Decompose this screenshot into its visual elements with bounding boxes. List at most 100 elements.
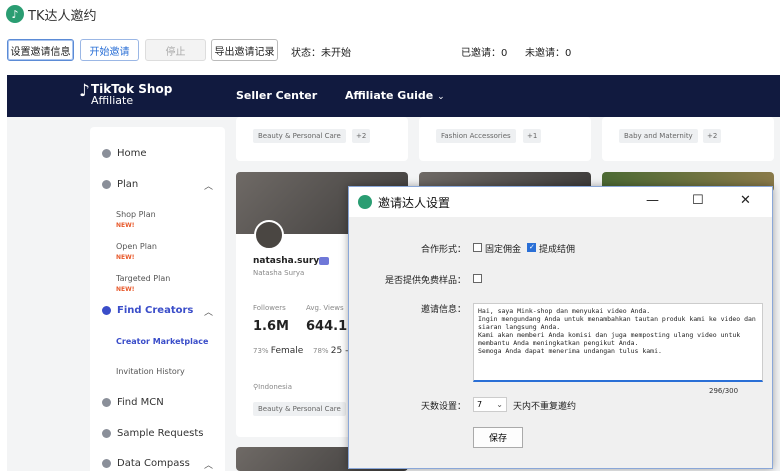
days-select[interactable]: 7 ⌄ <box>473 397 507 412</box>
more-tag: +2 <box>352 129 371 143</box>
tiktok-shop-logo[interactable]: ♪ TikTok Shop Affiliate <box>79 83 172 107</box>
category-tag: Beauty & Personal Care <box>253 129 346 143</box>
maximize-icon[interactable]: ☐ <box>692 193 704 208</box>
sidebar-item-open-plan[interactable]: Open Plan <box>116 242 157 251</box>
sidebar-item-find-creators[interactable]: Find Creators <box>102 305 193 316</box>
category-tag: Fashion Accessories <box>436 129 516 143</box>
status-text: 状态：未开始 <box>291 44 351 59</box>
mcn-icon <box>102 398 111 407</box>
app-title: TK达人邀约 <box>28 8 97 24</box>
invite-settings-dialog: 邀请达人设置 — ☐ ✕ 合作形式： 固定佣金 提成结佣 是否提供免费样品： 邀… <box>348 186 773 469</box>
sample-icon <box>102 429 111 438</box>
chevron-up-icon[interactable]: ︿ <box>204 179 213 192</box>
app-logo-icon <box>358 195 372 209</box>
age-pct: 78% <box>313 347 329 355</box>
gender-stat: 73% Female <box>253 346 303 356</box>
settings-button[interactable]: 设置邀请信息 <box>7 39 74 61</box>
free-sample-checkbox[interactable] <box>473 274 482 283</box>
message-label: 邀请信息： <box>420 305 466 315</box>
fixed-commission-label: 固定佣金 <box>485 245 522 255</box>
avatar <box>254 220 284 250</box>
days-suffix: 天内不重复邀约 <box>513 402 577 412</box>
compass-icon <box>102 459 111 468</box>
sidebar-item-label: Plan <box>117 179 139 190</box>
creator-username: natasha.surya <box>253 256 326 266</box>
stop-button[interactable]: 停止 <box>145 39 206 61</box>
close-icon[interactable]: ✕ <box>740 193 751 208</box>
sidebar-item-label: Home <box>117 148 147 159</box>
app-logo-icon: ♪ <box>6 5 24 23</box>
creator-card-top[interactable]: Fashion Accessories +1 <box>419 117 591 161</box>
sidebar-item-label: Sample Requests <box>117 428 204 439</box>
nav-affiliate-guide[interactable]: Affiliate Guide ⌄ <box>345 89 445 102</box>
country-text: ⚲Indonesia <box>253 383 292 391</box>
commission-share-checkbox[interactable] <box>527 243 536 252</box>
creator-display-name: Natasha Surya <box>253 269 305 277</box>
sidebar-item-plan[interactable]: Plan <box>102 179 138 190</box>
chevron-down-icon: ⌄ <box>437 92 445 102</box>
plan-icon <box>102 180 111 189</box>
tiktok-note-icon: ♪ <box>79 81 90 101</box>
chevron-down-icon: ⌄ <box>496 400 503 409</box>
age-range: 25 - <box>330 346 349 356</box>
new-badge: NEW! <box>116 254 135 261</box>
nav-affiliate-guide-label: Affiliate Guide <box>345 89 434 102</box>
country-label: Indonesia <box>258 383 292 391</box>
free-sample-label: 是否提供免费样品： <box>384 276 466 286</box>
minimize-icon[interactable]: — <box>646 193 659 208</box>
verified-badge-icon <box>319 257 329 265</box>
save-button[interactable]: 保存 <box>473 427 523 448</box>
category-tag: Baby and Maternity <box>619 129 698 143</box>
start-button[interactable]: 开始邀请 <box>80 39 139 61</box>
nav-seller-center[interactable]: Seller Center <box>236 89 317 102</box>
sidebar-item-targeted-plan[interactable]: Targeted Plan <box>116 274 170 283</box>
creator-card-top[interactable]: Beauty & Personal Care +2 <box>236 117 408 161</box>
fixed-commission-checkbox[interactable] <box>473 243 482 252</box>
status-label: 状态： <box>291 48 321 59</box>
days-value: 7 <box>477 400 483 409</box>
followers-label: Followers <box>253 304 286 312</box>
category-tag: Beauty & Personal Care <box>253 402 346 416</box>
home-icon <box>102 149 111 158</box>
sidebar-item-find-mcn[interactable]: Find MCN <box>102 397 164 408</box>
gender-label: Female <box>270 346 304 356</box>
commission-share-label: 提成结佣 <box>539 245 576 255</box>
sidebar-item-data-compass[interactable]: Data Compass <box>102 458 190 469</box>
creator-card-top[interactable]: Baby and Maternity +2 <box>602 117 774 161</box>
top-nav: ♪ TikTok Shop Affiliate Seller Center Af… <box>7 75 780 117</box>
chevron-up-icon[interactable]: ︿ <box>204 305 213 318</box>
sidebar: Home Plan ︿ Shop Plan NEW! Open Plan NEW… <box>90 127 225 471</box>
days-label: 天数设置： <box>420 402 466 412</box>
new-badge: NEW! <box>116 222 135 229</box>
more-tag: +1 <box>523 129 542 143</box>
sidebar-item-label: Find Creators <box>117 305 194 316</box>
new-badge: NEW! <box>116 286 135 293</box>
dialog-title-bar: 邀请达人设置 — ☐ ✕ <box>349 187 772 217</box>
sidebar-item-home[interactable]: Home <box>102 148 147 159</box>
more-tag: +2 <box>703 129 722 143</box>
invited-value: 0 <box>501 48 508 59</box>
uninvited-count: 未邀请：0 <box>525 44 571 59</box>
dialog-title: 邀请达人设置 <box>378 195 451 210</box>
invited-count: 已邀请：0 <box>461 44 507 59</box>
char-counter: 296/300 <box>709 387 739 395</box>
coop-label: 合作形式： <box>420 245 466 255</box>
app-title-bar: ♪ TK达人邀约 <box>0 0 780 28</box>
export-button[interactable]: 导出邀请记录 <box>211 39 278 61</box>
age-stat: 78% 25 - <box>313 346 348 356</box>
invited-label: 已邀请： <box>461 48 501 59</box>
sidebar-item-invitation-history[interactable]: Invitation History <box>116 367 185 376</box>
toolbar: 设置邀请信息 开始邀请 停止 导出邀请记录 状态：未开始 已邀请：0 未邀请：0 <box>0 36 780 64</box>
chevron-up-icon[interactable]: ︿ <box>204 458 213 471</box>
invite-message-textarea[interactable]: Hai, saya Mink-shop dan menyukai video A… <box>473 303 763 382</box>
sidebar-item-label: Data Compass <box>117 458 190 469</box>
gender-pct: 73% <box>253 347 269 355</box>
search-icon <box>102 306 111 315</box>
status-value: 未开始 <box>321 48 351 59</box>
uninvited-label: 未邀请： <box>525 48 565 59</box>
sidebar-item-creator-marketplace[interactable]: Creator Marketplace <box>116 337 208 346</box>
brand-line2: Affiliate <box>91 94 134 107</box>
sidebar-item-shop-plan[interactable]: Shop Plan <box>116 210 156 219</box>
followers-value: 1.6M <box>253 319 289 334</box>
sidebar-item-sample-requests[interactable]: Sample Requests <box>102 428 204 439</box>
